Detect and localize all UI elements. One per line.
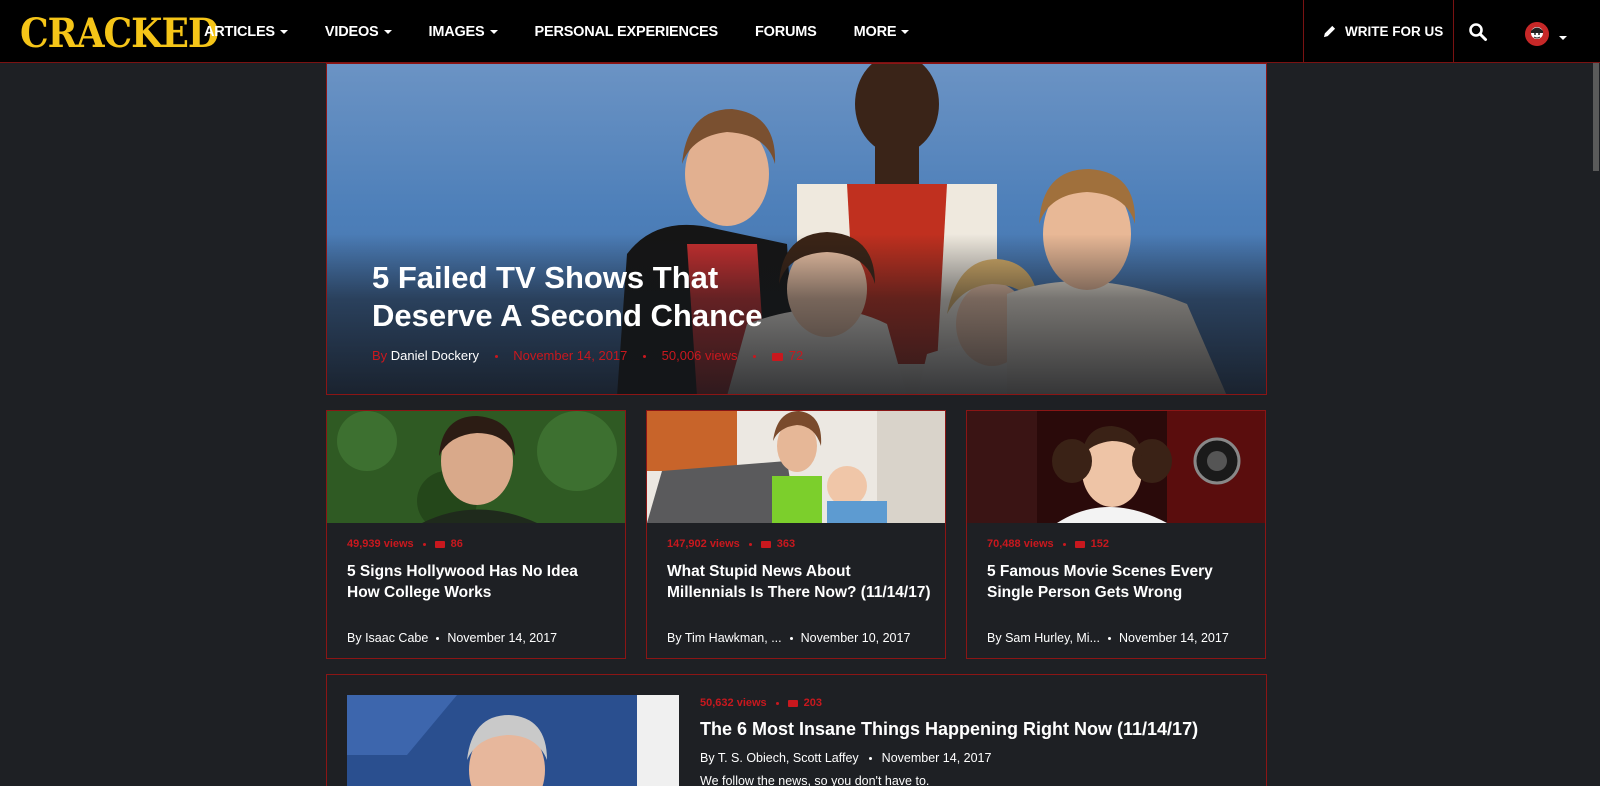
article-list-item[interactable]: 50,632 views 203 The 6 Most Insane Things… bbox=[326, 674, 1267, 786]
article-description: We follow the news, so you don't have to… bbox=[700, 774, 930, 786]
nav-item-label: IMAGES bbox=[428, 23, 485, 40]
nav-item-label: FORUMS bbox=[754, 23, 817, 40]
article-title[interactable]: 5 Signs Hollywood Has No Idea How Colleg… bbox=[347, 561, 612, 603]
caret-down-icon bbox=[901, 29, 910, 34]
featured-article-meta: By Daniel Dockery November 14, 2017 50,0… bbox=[372, 348, 803, 363]
caret-down-icon bbox=[489, 29, 498, 34]
nav-divider bbox=[1453, 0, 1454, 63]
article-date: November 14, 2017 bbox=[881, 751, 992, 765]
view-count: 147,902 views bbox=[667, 538, 740, 550]
nav-item-label: ARTICLES bbox=[204, 23, 275, 40]
comment-count[interactable]: 152 bbox=[1091, 538, 1109, 550]
pencil-icon bbox=[1323, 25, 1336, 38]
comment-icon bbox=[771, 352, 783, 361]
nav-item-images[interactable]: IMAGES bbox=[429, 24, 498, 40]
separator-dot bbox=[753, 355, 757, 359]
write-for-us-label: WRITE FOR US bbox=[1345, 24, 1444, 39]
write-for-us-button[interactable]: WRITE FOR US bbox=[1323, 0, 1443, 63]
nav-item-articles[interactable]: ARTICLES bbox=[204, 24, 288, 40]
article-card[interactable]: 70,488 views 152 5 Famous Movie Scenes Ev… bbox=[966, 410, 1266, 659]
article-date: November 14, 2017 bbox=[1119, 631, 1229, 645]
comment-count[interactable]: 363 bbox=[777, 538, 795, 550]
scrollbar[interactable] bbox=[1592, 63, 1600, 786]
article-byline: By Tim Hawkman, ... November 10, 2017 bbox=[667, 631, 910, 645]
separator-dot bbox=[748, 542, 752, 546]
nav-item-personal-experiences[interactable]: PERSONAL EXPERIENCES bbox=[534, 23, 719, 40]
scrollbar-thumb[interactable] bbox=[1593, 63, 1599, 171]
caret-down-icon[interactable] bbox=[1559, 36, 1567, 40]
comment-icon bbox=[1074, 540, 1085, 548]
author-link[interactable]: Tim Hawkman, ... bbox=[685, 631, 782, 645]
user-avatar[interactable] bbox=[1525, 22, 1549, 46]
avatar-icon bbox=[1525, 22, 1549, 46]
comment-icon bbox=[434, 540, 445, 548]
separator-dot bbox=[436, 637, 440, 641]
separator-dot bbox=[775, 701, 779, 705]
article-thumbnail bbox=[647, 411, 945, 523]
nav-item-videos[interactable]: VIDEOS bbox=[325, 24, 392, 40]
comment-icon bbox=[760, 540, 771, 548]
article-thumbnail bbox=[967, 411, 1265, 523]
article-thumbnail bbox=[347, 695, 679, 786]
separator-dot bbox=[1062, 542, 1066, 546]
byline-prefix: By bbox=[372, 348, 388, 363]
article-card[interactable]: 49,939 views 86 5 Signs Hollywood Has No … bbox=[326, 410, 626, 659]
separator-dot bbox=[1108, 637, 1111, 641]
featured-article[interactable]: 5 Failed TV Shows That Deserve A Second … bbox=[326, 63, 1267, 395]
separator-dot bbox=[643, 355, 647, 359]
separator-dot bbox=[422, 542, 426, 546]
top-navigation-bar: CRACKED ARTICLES VIDEOS IMAGES PERSONAL … bbox=[0, 0, 1600, 63]
cracked-logo[interactable]: CRACKED bbox=[20, 10, 219, 57]
separator-dot bbox=[789, 637, 793, 641]
comment-count[interactable]: 203 bbox=[804, 697, 822, 709]
author-link[interactable]: Sam Hurley, Mi... bbox=[1005, 631, 1100, 645]
nav-item-label: PERSONAL EXPERIENCES bbox=[534, 23, 719, 40]
article-date: November 10, 2017 bbox=[800, 631, 911, 645]
nav-item-forums[interactable]: FORUMS bbox=[755, 24, 817, 40]
article-date: November 14, 2017 bbox=[513, 348, 628, 363]
article-card[interactable]: 147,902 views 363 What Stupid News About … bbox=[646, 410, 946, 659]
article-meta: 70,488 views 152 bbox=[987, 538, 1109, 550]
article-thumbnail bbox=[327, 411, 625, 523]
author-link[interactable]: Daniel Dockery bbox=[391, 348, 479, 363]
comment-icon bbox=[787, 699, 798, 707]
article-date: November 14, 2017 bbox=[447, 631, 558, 645]
main-nav: ARTICLES VIDEOS IMAGES PERSONAL EXPERIEN… bbox=[204, 0, 946, 63]
article-title[interactable]: The 6 Most Insane Things Happening Right… bbox=[700, 719, 1198, 740]
nav-item-label: VIDEOS bbox=[324, 23, 379, 40]
author-link[interactable]: Isaac Cabe bbox=[365, 631, 428, 645]
article-byline: By T. S. Obiech, Scott Laffey November 14… bbox=[700, 751, 991, 765]
byline-prefix: By bbox=[347, 631, 362, 645]
view-count: 50,632 views bbox=[700, 697, 767, 709]
nav-item-more[interactable]: MORE bbox=[854, 24, 910, 40]
byline-prefix: By bbox=[700, 751, 715, 765]
article-meta: 49,939 views 86 bbox=[347, 538, 463, 550]
author-link[interactable]: T. S. Obiech, Scott Laffey bbox=[718, 751, 859, 765]
byline-prefix: By bbox=[987, 631, 1002, 645]
nav-item-label: MORE bbox=[853, 23, 897, 40]
article-byline: By Sam Hurley, Mi... November 14, 2017 bbox=[987, 631, 1229, 645]
separator-dot bbox=[494, 355, 498, 359]
article-meta: 147,902 views 363 bbox=[667, 538, 795, 550]
caret-down-icon bbox=[279, 29, 288, 34]
byline-prefix: By bbox=[667, 631, 682, 645]
view-count: 49,939 views bbox=[347, 538, 414, 550]
article-byline: By Isaac Cabe November 14, 2017 bbox=[347, 631, 557, 645]
search-icon[interactable] bbox=[1468, 22, 1488, 42]
comment-count[interactable]: 86 bbox=[451, 538, 463, 550]
article-title[interactable]: 5 Famous Movie Scenes Every Single Perso… bbox=[987, 561, 1252, 603]
article-meta: 50,632 views 203 bbox=[700, 697, 822, 709]
separator-dot bbox=[868, 757, 872, 761]
featured-article-title[interactable]: 5 Failed TV Shows That Deserve A Second … bbox=[372, 259, 832, 335]
view-count: 50,006 views bbox=[661, 348, 738, 363]
caret-down-icon bbox=[383, 29, 392, 34]
nav-divider bbox=[1303, 0, 1304, 63]
comment-count[interactable]: 72 bbox=[789, 348, 803, 363]
view-count: 70,488 views bbox=[987, 538, 1054, 550]
article-title[interactable]: What Stupid News About Millennials Is Th… bbox=[667, 561, 932, 603]
